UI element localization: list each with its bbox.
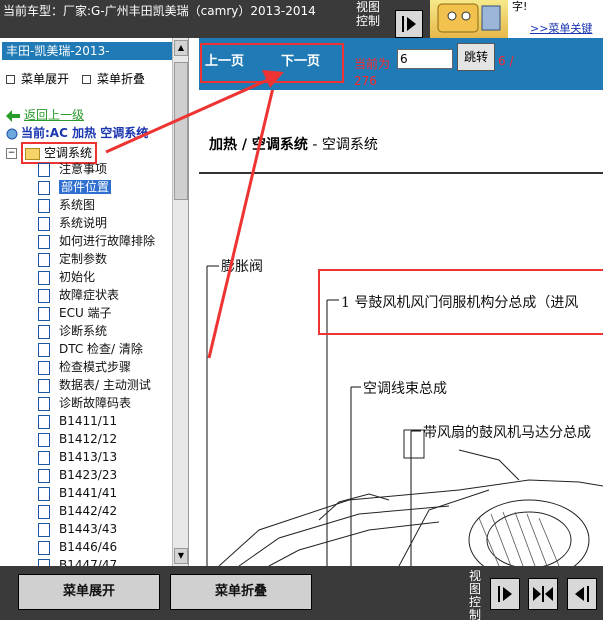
document-icon — [38, 234, 50, 249]
current-category: 当前:AC 加热 空调系统 — [6, 124, 148, 141]
scroll-up-icon[interactable]: ▲ — [174, 40, 188, 56]
document-icon — [38, 558, 50, 566]
document-icon — [38, 468, 50, 483]
folder-label: 空调系统 — [44, 146, 93, 160]
view-split-button[interactable] — [528, 578, 558, 610]
split-view-icon — [533, 586, 553, 602]
view-left-button[interactable] — [567, 578, 597, 610]
view-control-label: 视图控制 — [469, 569, 482, 622]
model-title: 丰田-凯美瑞-2013- — [2, 42, 172, 60]
view-toggle-button[interactable] — [395, 10, 423, 38]
document-icon — [38, 216, 50, 231]
tree-item[interactable]: 注意事项 — [38, 160, 178, 178]
menu-keyword-link[interactable]: >>菜单关键 — [530, 20, 592, 36]
tree-item[interactable]: 定制参数 — [38, 250, 178, 268]
tree-item[interactable]: 系统图 — [38, 196, 178, 214]
document-icon — [38, 180, 50, 195]
document-icon — [38, 306, 50, 321]
page-total: 276 — [354, 74, 377, 88]
tree-item-list: 注意事项 部件位置 系统图 系统说明 如何进行故障排除 定制参数 初始化 故障症… — [38, 160, 178, 566]
back-arrow-icon — [6, 109, 20, 122]
bottom-toolbar: 菜单展开 菜单折叠 视图控制 — [0, 566, 603, 622]
tree-item[interactable]: B1442/42 — [38, 502, 178, 520]
ad-mascot-icon — [430, 0, 508, 38]
tree-item[interactable]: 检查模式步骤 — [38, 358, 178, 376]
page-number-input[interactable] — [397, 49, 453, 69]
current-category-label: 当前:AC 加热 空调系统 — [21, 126, 149, 140]
document-icon — [38, 396, 50, 411]
next-page-button[interactable]: 下一页 — [281, 50, 320, 69]
tree-item[interactable]: B1412/12 — [38, 430, 178, 448]
menu-collapse-label: 菜单折叠 — [97, 72, 146, 86]
tree-item[interactable]: 如何进行故障排除 — [38, 232, 178, 250]
jump-button[interactable]: 跳转 — [457, 43, 495, 71]
tree-item[interactable]: 诊断系统 — [38, 322, 178, 340]
document-icon — [38, 162, 50, 177]
document-viewer: 加热 / 空调系统 - 空调系统 膨胀阀 1 号鼓风机风门伺服机构分总成（进风 … — [199, 90, 603, 566]
document-icon — [38, 450, 50, 465]
document-icon — [38, 522, 50, 537]
collapse-menu-button[interactable]: 菜单折叠 — [170, 574, 312, 610]
tree-item-selected[interactable]: 部件位置 — [38, 178, 178, 196]
menu-tree-panel: 丰田-凯美瑞-2013- 菜单展开 菜单折叠 返回上一级 当前:AC 加热 空调… — [0, 38, 189, 566]
document-icon — [38, 252, 50, 267]
tree-item[interactable]: 系统说明 — [38, 214, 178, 232]
tree-item[interactable]: B1443/43 — [38, 520, 178, 538]
prev-page-button[interactable]: 上一页 — [205, 50, 244, 69]
scrollbar-thumb[interactable] — [174, 62, 188, 200]
tree-item[interactable]: 数据表/ 主动测试 — [38, 376, 178, 394]
menu-expand-link[interactable]: 菜单展开 — [6, 70, 69, 87]
document-icon — [38, 324, 50, 339]
menu-scrollbar[interactable]: ▲ ▼ — [172, 38, 188, 566]
tree-item[interactable]: ECU 端子 — [38, 304, 178, 322]
current-page-label: 当前为 — [354, 57, 391, 71]
document-icon — [38, 432, 50, 447]
tree-item[interactable]: B1447/47 — [38, 556, 178, 566]
document-icon — [38, 540, 50, 555]
page-nav-bar: 上一页 下一页 当前为 跳转 6 / 276 — [199, 38, 603, 90]
tree-item[interactable]: DTC 检查/ 清除 — [38, 340, 178, 358]
page-count: 6 / — [498, 54, 514, 68]
document-icon — [38, 270, 50, 285]
tree-item[interactable]: B1423/23 — [38, 466, 178, 484]
tree-item[interactable]: B1446/46 — [38, 538, 178, 556]
arrow-right-icon — [498, 586, 512, 602]
tree-item[interactable]: 故障症状表 — [38, 286, 178, 304]
document-icon — [38, 342, 50, 357]
document-icon — [38, 414, 50, 429]
view-right-button[interactable] — [490, 578, 520, 610]
back-link-label: 返回上一级 — [24, 108, 85, 122]
view-control-label: 视图控制 — [356, 0, 381, 28]
tree-item[interactable]: 诊断故障码表 — [38, 394, 178, 412]
arrow-left-icon — [575, 586, 589, 602]
document-icon — [38, 378, 50, 393]
tree-item[interactable]: B1413/13 — [38, 448, 178, 466]
document-icon — [38, 360, 50, 375]
document-icon — [38, 486, 50, 501]
square-icon — [82, 75, 91, 84]
menu-expand-label: 菜单展开 — [21, 72, 70, 86]
expand-menu-button[interactable]: 菜单展开 — [18, 574, 160, 610]
document-icon — [38, 198, 50, 213]
menu-collapse-link[interactable]: 菜单折叠 — [82, 70, 145, 87]
document-icon — [38, 504, 50, 519]
collapse-toggle-icon[interactable]: − — [6, 148, 17, 159]
tree-item[interactable]: B1441/41 — [38, 484, 178, 502]
top-header: 当前车型：厂家:G-广州丰田凯美瑞（camry）2013-2014 视图控制 字… — [0, 0, 603, 38]
ad-banner[interactable]: 字! >>菜单关键 — [430, 0, 603, 38]
tree-item[interactable]: B1411/11 — [38, 412, 178, 430]
folder-open-icon — [25, 147, 40, 160]
scroll-down-icon[interactable]: ▼ — [174, 548, 188, 564]
ad-text: 字! — [512, 0, 528, 13]
document-icon — [38, 288, 50, 303]
globe-icon — [6, 128, 18, 139]
arrow-right-icon — [402, 16, 416, 32]
square-icon — [6, 75, 15, 84]
annotation-arrow — [207, 90, 275, 359]
current-vehicle-title: 当前车型：厂家:G-广州丰田凯美瑞（camry）2013-2014 — [3, 4, 316, 18]
tree-item[interactable]: 初始化 — [38, 268, 178, 286]
back-link[interactable]: 返回上一级 — [6, 106, 84, 123]
